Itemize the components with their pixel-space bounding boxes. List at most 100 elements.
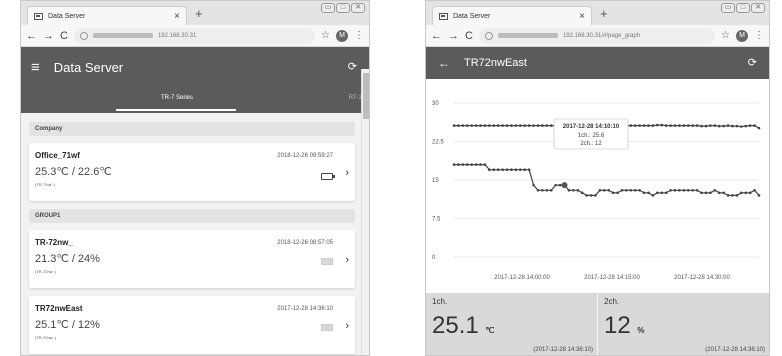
close-tab-icon[interactable]: ×	[174, 11, 180, 22]
redacted-text	[497, 33, 558, 38]
data-point	[731, 194, 734, 197]
reading-value-row: 12 %	[604, 312, 763, 340]
data-point	[717, 191, 721, 195]
close-tab-icon[interactable]: ×	[579, 11, 585, 22]
forward-arrow-icon[interactable]: →	[448, 30, 459, 42]
device-timestamp: 2018-12-26 08:57:05	[277, 240, 333, 246]
data-point	[713, 124, 717, 127]
data-point	[686, 188, 690, 192]
scrollbar[interactable]	[361, 69, 369, 355]
data-point	[505, 168, 509, 172]
minimize-icon[interactable]: ▭	[321, 3, 335, 13]
browser-menu-icon[interactable]: ⋮	[754, 30, 764, 41]
hamburger-menu-icon[interactable]: ≡	[31, 59, 40, 76]
data-point	[686, 124, 690, 127]
data-point	[457, 163, 460, 166]
address-bar[interactable]: 192.168.30.31/#/page_graph	[478, 27, 716, 44]
x-tick-label: 2017-12-28 14:15:00	[584, 275, 640, 281]
data-point	[510, 124, 513, 127]
data-point	[501, 124, 504, 127]
address-bar[interactable]: 192.168.30.31	[73, 27, 316, 44]
window-close-icon[interactable]: ✕	[751, 3, 765, 13]
data-point	[549, 188, 553, 192]
data-point	[452, 163, 456, 166]
data-point	[651, 124, 655, 127]
maximize-icon[interactable]: □	[736, 3, 750, 13]
data-point	[598, 188, 602, 192]
line-chart[interactable]: 30 22.5 15 7.5 0 2017-12-28 14:00:00 2017-12-2…	[426, 79, 769, 293]
data-point	[576, 188, 580, 192]
browser-menu-icon[interactable]: ⋮	[354, 30, 364, 41]
device-card[interactable]: TR72nwEast 25.1℃ / 12% (TR-72nw: ) 2017-…	[29, 296, 355, 354]
data-point	[731, 124, 734, 128]
data-point	[713, 188, 717, 192]
data-point	[602, 188, 606, 192]
data-point	[567, 188, 571, 192]
reload-icon[interactable]: C	[60, 30, 68, 42]
data-point	[607, 188, 611, 192]
window-close-icon[interactable]: ✕	[351, 3, 365, 13]
chart-svg[interactable]: 30 22.5 15 7.5 0 2017-12-28 14:00:00 2017-12-2…	[426, 79, 769, 293]
back-arrow-icon[interactable]: ←	[26, 30, 37, 42]
minimize-icon[interactable]: ▭	[721, 3, 735, 13]
bookmark-star-icon[interactable]: ☆	[721, 30, 730, 41]
data-point	[722, 191, 725, 195]
device-card[interactable]: TR-72nw_ 21.3℃ / 24% (TR-72nw: ) 2018-12…	[29, 230, 355, 288]
profile-avatar[interactable]: M	[736, 29, 748, 42]
data-point	[700, 124, 703, 128]
data-point	[479, 124, 482, 127]
data-point	[638, 124, 641, 127]
signal-icon	[321, 324, 333, 331]
reading-ch2: 2ch. 12 % (2017-12-28 14:36:10)	[597, 293, 769, 355]
data-point	[536, 188, 540, 192]
data-point	[664, 124, 668, 127]
data-point	[633, 188, 637, 192]
series-tabs: TR-7 Series RT-14	[21, 87, 369, 113]
browser-tab[interactable]: Data Server ×	[432, 6, 592, 25]
tab-tr7-series[interactable]: TR-7 Series	[161, 95, 193, 101]
y-tick-label: 30	[432, 101, 439, 107]
device-card[interactable]: Office_71wf 25.3℃ / 22.6℃ (TR-71wf: ) 20…	[29, 143, 355, 201]
window-controls: ▭ □ ✕	[321, 3, 365, 13]
data-point	[483, 163, 487, 166]
back-arrow-icon[interactable]: ←	[431, 30, 442, 42]
data-point	[554, 183, 557, 187]
site-info-icon[interactable]	[79, 31, 88, 40]
tooltip-ch2: 2ch.: 12	[580, 141, 602, 147]
refresh-icon[interactable]: ⟳	[348, 60, 357, 73]
maximize-icon[interactable]: □	[336, 3, 350, 13]
data-point	[532, 124, 535, 127]
current-readings: 1ch. 25.1 ℃ (2017-12-28 14:36:10) 2ch. 1…	[426, 293, 769, 355]
chevron-right-icon[interactable]: ›	[345, 320, 349, 332]
battery-icon	[321, 173, 335, 180]
device-model: (TR-71wf: )	[35, 182, 55, 187]
bookmark-star-icon[interactable]: ☆	[321, 30, 330, 41]
group-header: GROUP1	[29, 209, 355, 223]
device-model: (TR-72nw: )	[35, 269, 57, 274]
data-point	[620, 188, 624, 192]
new-tab-button[interactable]: +	[600, 6, 608, 21]
site-info-icon[interactable]	[484, 31, 493, 40]
browser-tab[interactable]: Data Server ×	[27, 6, 187, 25]
data-point	[726, 124, 730, 127]
reload-icon[interactable]: C	[465, 30, 473, 42]
data-point	[647, 191, 650, 195]
data-point	[682, 124, 686, 127]
chevron-right-icon[interactable]: ›	[345, 254, 349, 266]
new-tab-button[interactable]: +	[195, 6, 203, 21]
profile-avatar[interactable]: M	[336, 29, 348, 42]
back-arrow-icon[interactable]: ←	[438, 56, 450, 70]
scrollbar-thumb[interactable]	[363, 73, 369, 119]
data-point	[483, 124, 487, 127]
reading-timestamp: (2017-12-28 14:36:10)	[533, 347, 593, 353]
forward-arrow-icon[interactable]: →	[43, 30, 54, 42]
data-point	[616, 191, 619, 195]
data-point	[726, 194, 730, 197]
chevron-right-icon[interactable]: ›	[345, 167, 349, 179]
data-point	[656, 191, 659, 195]
refresh-icon[interactable]: ⟳	[748, 56, 757, 69]
reading-value: 12	[604, 312, 631, 339]
data-point	[514, 124, 518, 127]
reading-label: 1ch.	[432, 297, 448, 306]
data-point	[669, 188, 672, 192]
